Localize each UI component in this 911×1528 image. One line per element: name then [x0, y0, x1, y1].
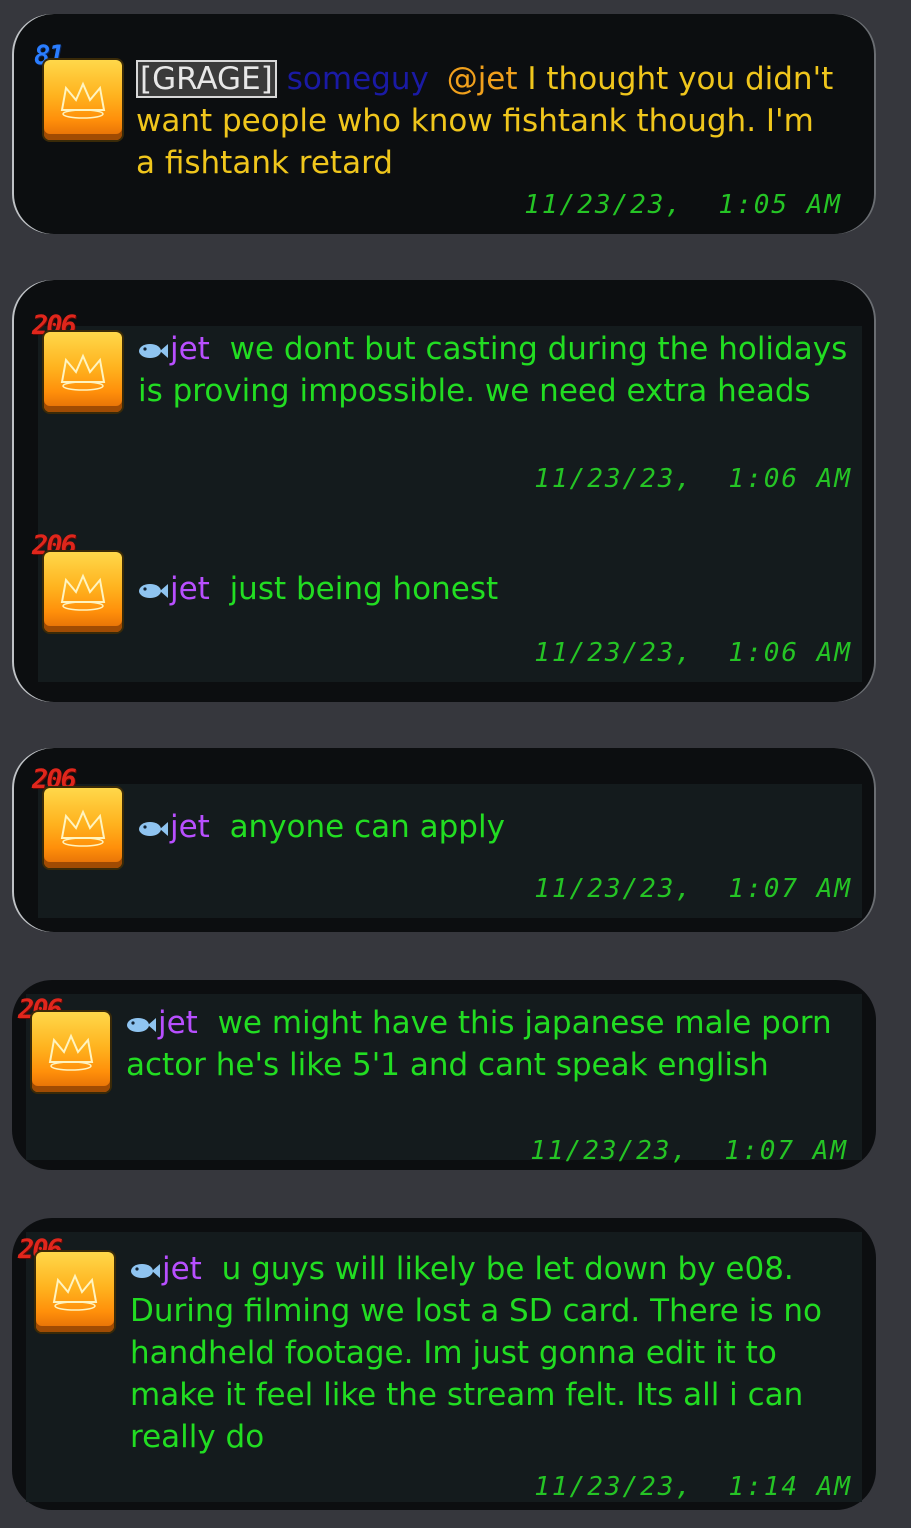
chat-card-4: 206 jet we might have this japanese male…: [12, 980, 876, 1170]
fish-icon: [139, 822, 168, 836]
message-text: jet just being honest: [138, 568, 850, 610]
message-text: jet we might have this japanese male por…: [126, 1005, 832, 1083]
chat-card-2: 206 jet we dont but casting during the h…: [12, 280, 876, 702]
crown-avatar-icon[interactable]: [36, 1252, 114, 1332]
chat-message[interactable]: 206 jet u guys will likely be let down b…: [18, 1232, 862, 1502]
message-text: jet we dont but casting during the holid…: [138, 331, 848, 409]
chat-card-3: 206 jet anyone can apply 11/23/23, 1:07 …: [12, 748, 876, 932]
message-timestamp: 11/23/23, 1:07 AM: [530, 1136, 848, 1166]
chat-message[interactable]: 206 jet anyone can apply 11/23/23, 1:07 …: [32, 764, 862, 918]
message-text: jet u guys will likely be let down by e0…: [130, 1251, 822, 1455]
message-text: [GRAGE] someguy @jet I thought you didn't…: [136, 60, 834, 181]
message-timestamp: 11/23/23, 1:06 AM: [534, 638, 852, 668]
author-name[interactable]: jet: [170, 809, 210, 845]
message-timestamp: 11/23/23, 1:07 AM: [534, 874, 852, 904]
clan-tag: [GRAGE]: [136, 60, 277, 98]
chat-message[interactable]: 206 jet just being honest 11/23/23, 1:06…: [32, 530, 862, 682]
author-name[interactable]: jet: [158, 1005, 198, 1041]
author-name[interactable]: someguy: [287, 61, 429, 97]
crown-avatar-icon[interactable]: [32, 1012, 110, 1092]
chat-message[interactable]: 206 jet we might have this japanese male…: [18, 994, 862, 1166]
chat-message[interactable]: 206 jet we dont but casting during the h…: [32, 310, 862, 546]
chat-card-5: 206 jet u guys will likely be let down b…: [12, 1218, 876, 1510]
author-name[interactable]: jet: [162, 1251, 202, 1287]
crown-avatar-icon[interactable]: [44, 788, 122, 868]
chat-card-1: 81 [GRAGE] someguy @jet I thought you did…: [12, 14, 876, 234]
fish-icon: [127, 1018, 156, 1032]
message-timestamp: 11/23/23, 1:14 AM: [534, 1472, 852, 1502]
crown-avatar-icon[interactable]: [44, 332, 122, 412]
mention[interactable]: @jet: [447, 61, 518, 97]
author-name[interactable]: jet: [170, 331, 210, 367]
fish-icon: [131, 1264, 160, 1278]
fish-icon: [139, 584, 168, 598]
author-name[interactable]: jet: [170, 571, 210, 607]
message-timestamp: 11/23/23, 1:05 AM: [524, 190, 842, 220]
crown-avatar-icon[interactable]: [44, 60, 122, 140]
chat-message[interactable]: 81 [GRAGE] someguy @jet I thought you did…: [12, 14, 876, 234]
message-timestamp: 11/23/23, 1:06 AM: [534, 464, 852, 494]
fish-icon: [139, 344, 168, 358]
message-text: jet anyone can apply: [138, 806, 850, 848]
crown-avatar-icon[interactable]: [44, 552, 122, 632]
